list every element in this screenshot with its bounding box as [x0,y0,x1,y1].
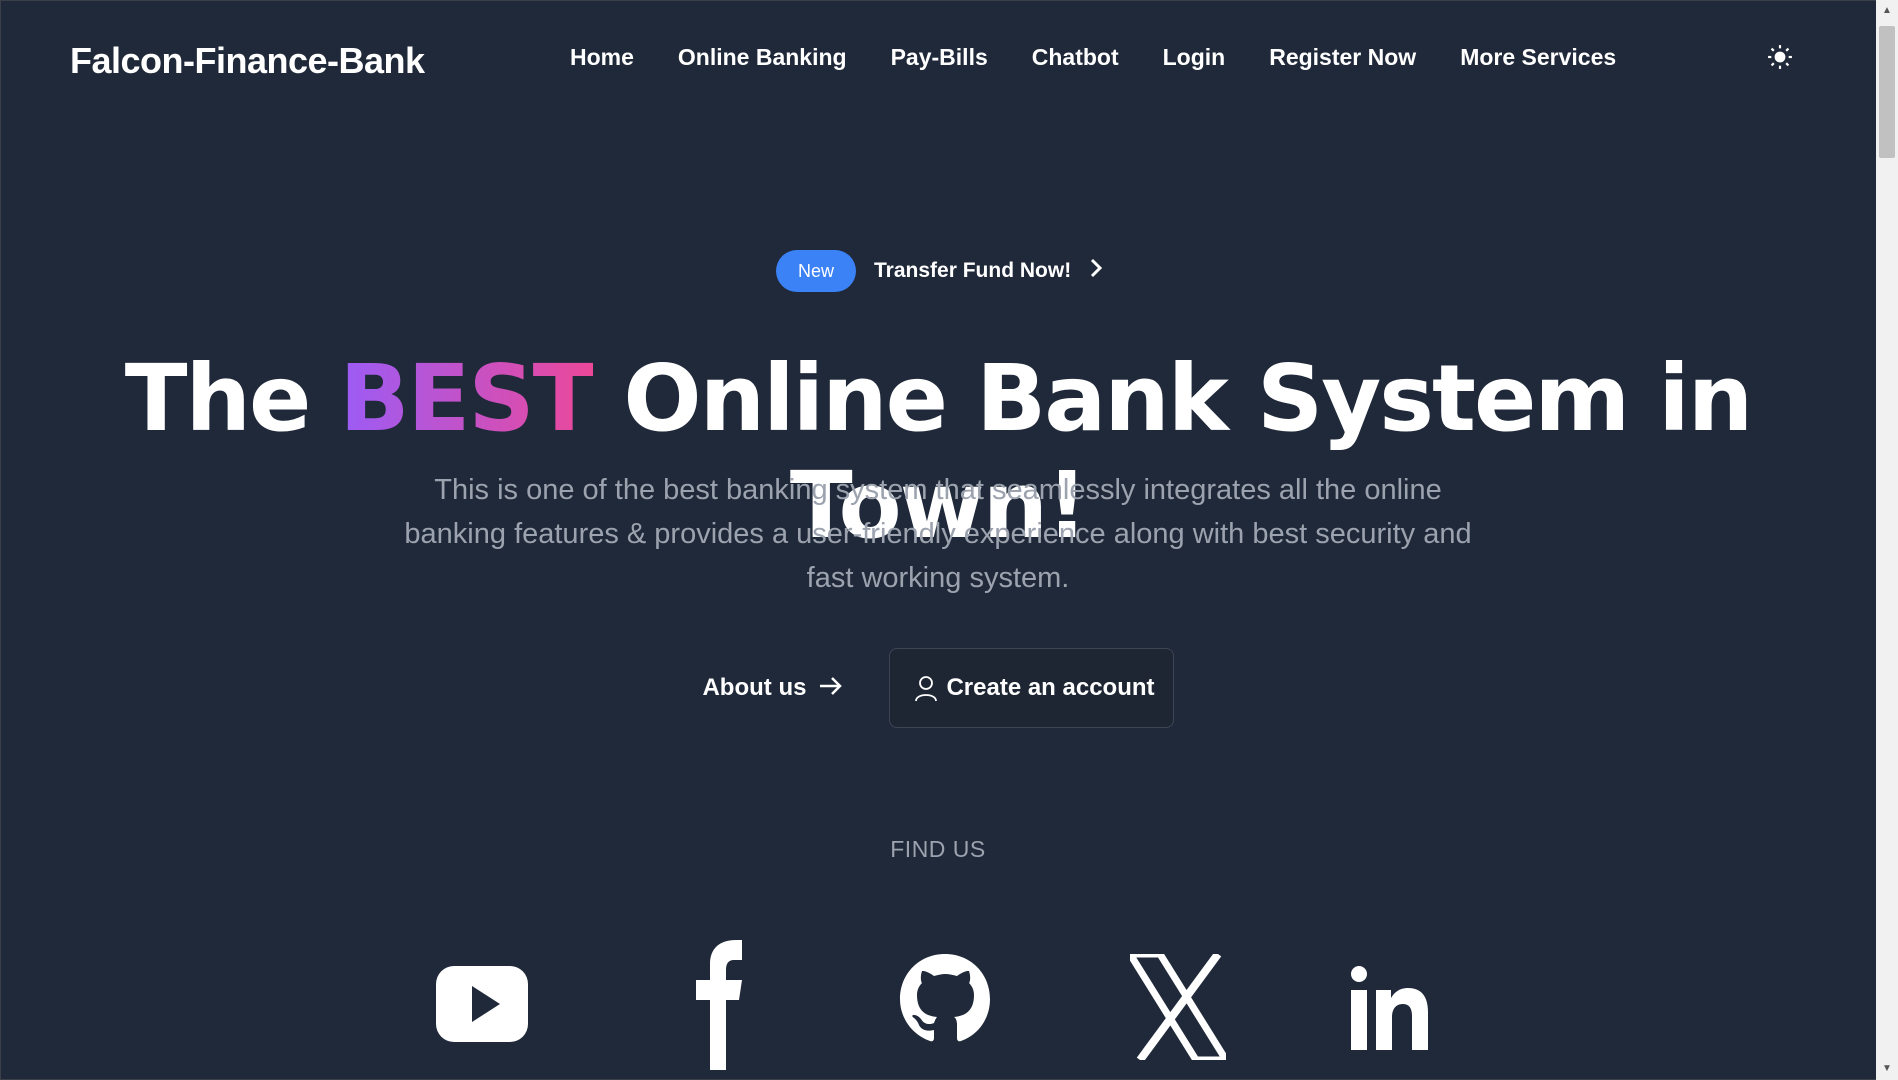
navbar: Falcon-Finance-Bank Home Online Banking … [0,0,1876,120]
nav-register[interactable]: Register Now [1269,44,1416,71]
brand-logo[interactable]: Falcon-Finance-Bank [70,40,425,82]
nav-online-banking[interactable]: Online Banking [678,44,847,71]
create-account-button[interactable]: Create an account [889,648,1174,728]
scroll-up-icon[interactable]: ▲ [1876,0,1898,22]
new-badge: New [776,250,857,292]
about-us-label: About us [702,674,807,701]
find-us-heading: FIND US [890,836,986,862]
nav-home[interactable]: Home [570,44,634,71]
hero-title-prefix: The [124,345,312,452]
nav-more-services[interactable]: More Services [1460,44,1616,71]
chevron-right-icon [1089,257,1103,286]
scrollbar-thumb[interactable] [1879,26,1895,158]
cta-row: About us Create an account [0,648,1876,728]
vertical-scrollbar[interactable]: ▲ ▼ [1876,0,1898,1080]
announcement-text[interactable]: Transfer Fund Now! [874,259,1071,283]
create-account-label: Create an account [946,674,1155,701]
nav-pay-bills[interactable]: Pay-Bills [891,44,988,71]
nav-login[interactable]: Login [1163,44,1226,71]
hero-description: This is one of the best banking system t… [404,474,1472,594]
social-links [0,940,1876,1080]
user-icon [914,674,938,702]
x-icon[interactable] [1123,950,1233,1065]
linkedin-icon[interactable] [1350,966,1430,1055]
announcement-pill[interactable]: New Transfer Fund Now! [776,250,1103,292]
facebook-icon[interactable] [694,940,744,1075]
nav-links: Home Online Banking Pay-Bills Chatbot Lo… [570,44,1660,71]
scroll-down-icon[interactable]: ▼ [1876,1058,1898,1080]
sun-icon[interactable] [1766,44,1794,72]
github-icon[interactable] [898,952,992,1067]
arrow-right-icon [818,672,844,704]
nav-chatbot[interactable]: Chatbot [1032,44,1119,71]
about-us-button[interactable]: About us [702,672,844,704]
hero-title-accent: BEST [339,345,595,452]
youtube-icon[interactable] [436,966,528,1047]
